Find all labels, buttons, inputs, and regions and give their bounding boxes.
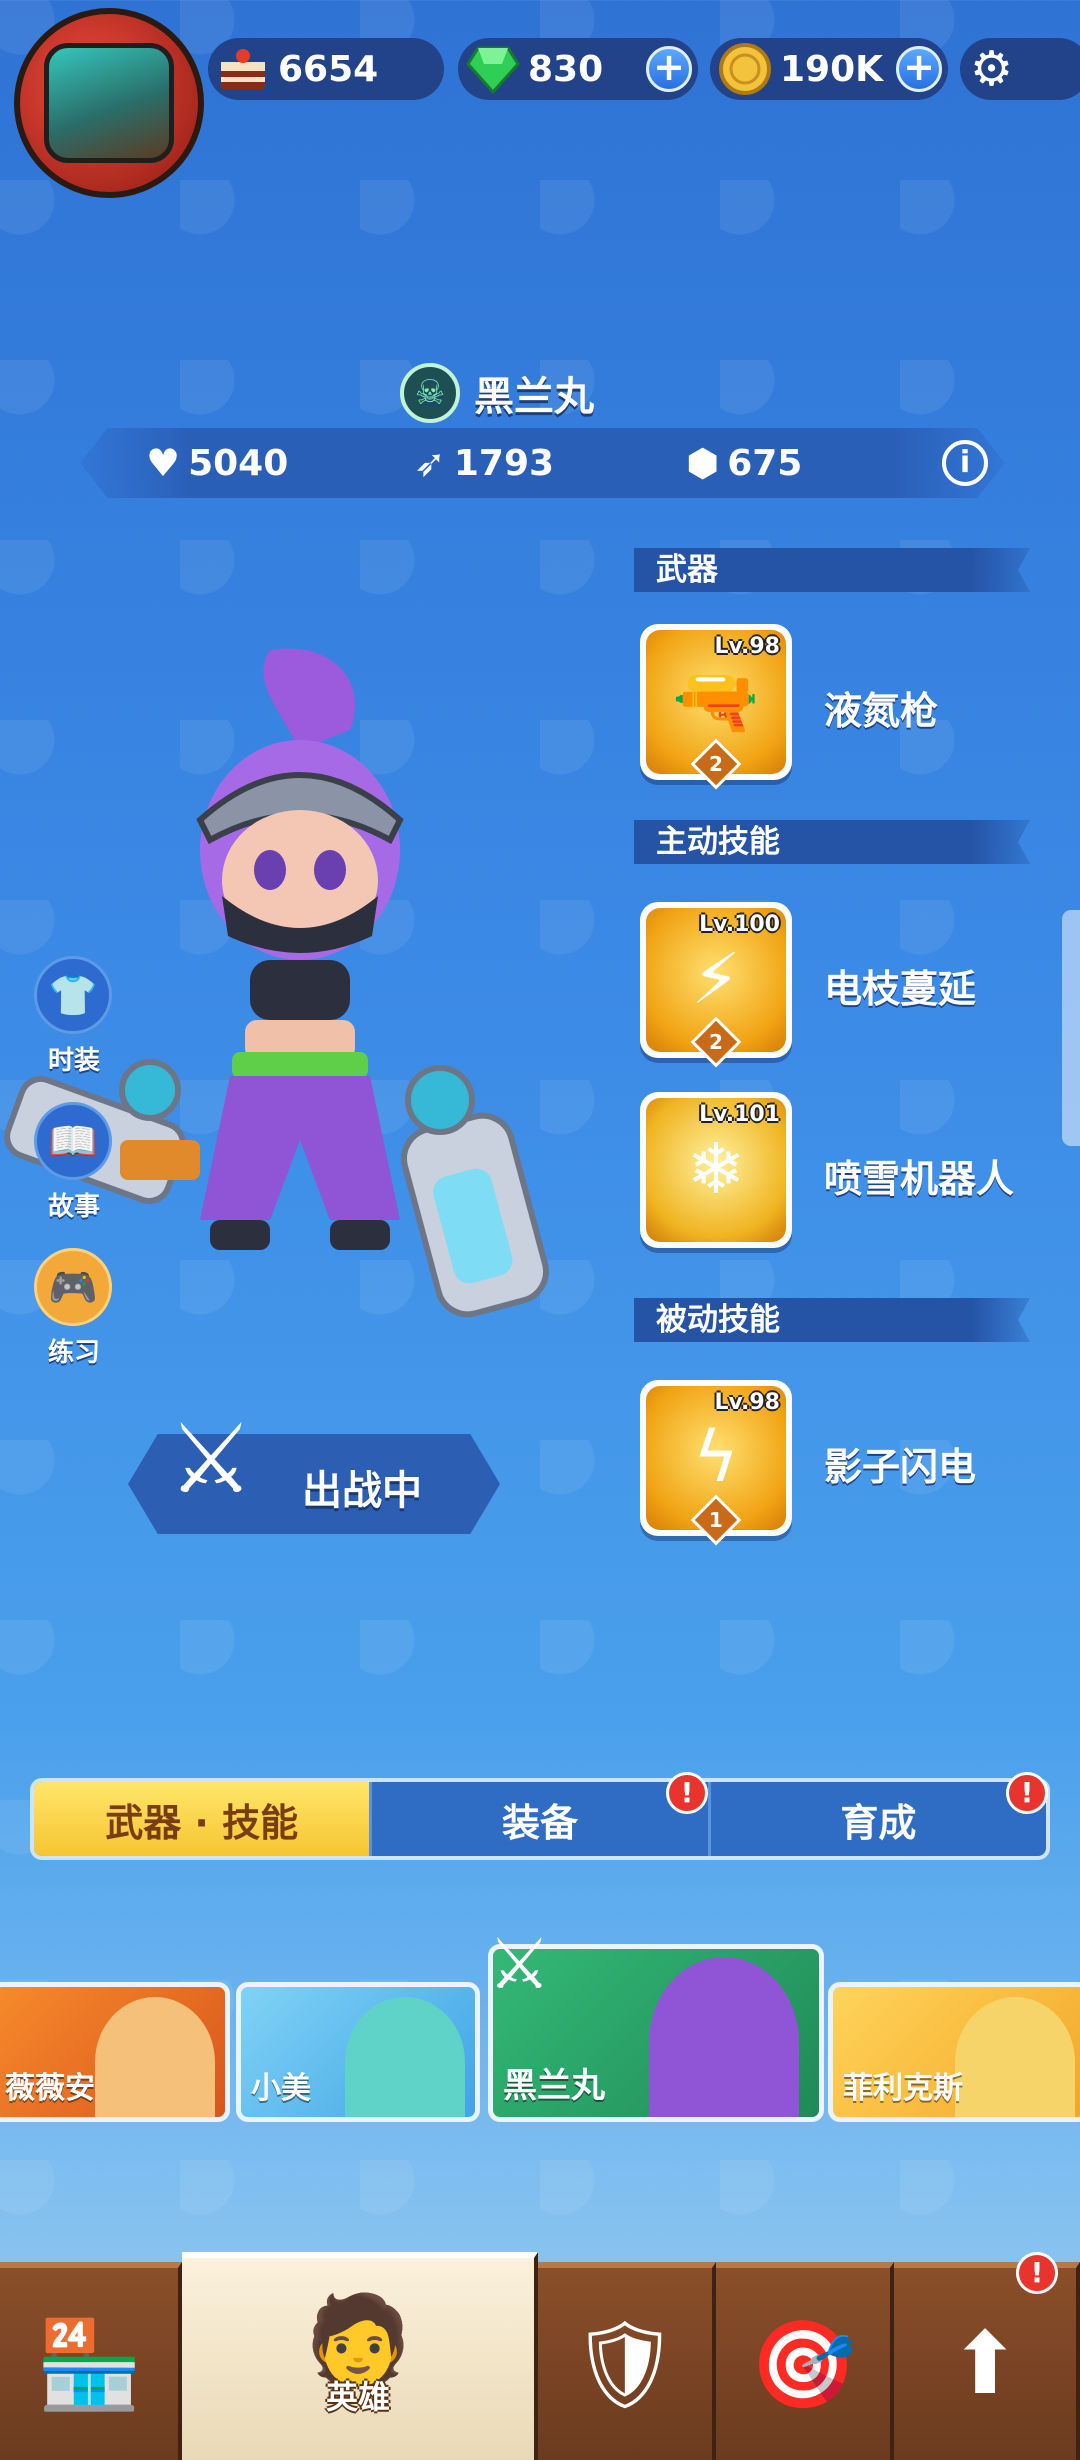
active-skill-1-level: Lv.100: [699, 912, 780, 937]
passive-skill-card[interactable]: ϟ Lv.98 1: [640, 1380, 792, 1546]
costume-button[interactable]: 👕 时装: [34, 956, 114, 1077]
defense-value: 675: [727, 442, 803, 484]
bottom-nav: 🏪 🧑 英雄 🛡 🎯 ⬆: [0, 2252, 1080, 2460]
costume-label: 时装: [47, 1046, 100, 1076]
hp-stat: ♥ 5040: [146, 428, 288, 498]
felix-portrait: [955, 1997, 1075, 2117]
defense-stat: ⬢ 675: [686, 428, 802, 498]
attack-stat: ➶ 1793: [414, 428, 554, 498]
passive-skill-stars: 1: [709, 1508, 723, 1532]
hero-card-name: 小美: [251, 2071, 311, 2106]
snow-robot-icon: ❄ Lv.101: [646, 1098, 786, 1242]
settings-button[interactable]: ⚙: [960, 38, 1080, 100]
equipment-alert-icon: !: [666, 1772, 708, 1814]
active-skill-1-card[interactable]: ⚡ Lv.100 2: [640, 902, 792, 1068]
gem-currency[interactable]: 830 +: [458, 38, 698, 100]
heilanwan-portrait: [649, 1957, 799, 2117]
heart-icon: ♥: [146, 441, 181, 485]
hp-value: 5040: [188, 442, 289, 484]
weapon-name: 液氮枪: [824, 689, 939, 733]
weapon-stars: 2: [709, 752, 723, 776]
attack-icon: ➶: [414, 441, 446, 485]
hero-card-name: 薇薇安: [5, 2071, 95, 2106]
crossed-swords-icon: ⚔: [168, 1403, 255, 1515]
hero-name: 黑兰丸: [474, 374, 594, 420]
training-alert-icon: !: [1006, 1772, 1048, 1814]
scroll-indicator[interactable]: [1062, 910, 1080, 1146]
nav-heroes-label: 英雄: [325, 2378, 390, 2416]
coin-icon: [716, 40, 774, 98]
gear-icon: ⚙: [970, 41, 1014, 97]
hero-card-vivian[interactable]: 薇薇安: [0, 1982, 230, 2122]
weapon-card[interactable]: 🔫 Lv.98 2: [640, 624, 792, 790]
hero-card-xiaomei[interactable]: 小美: [236, 1982, 480, 2122]
story-label: 故事: [47, 1192, 100, 1222]
nav-shop[interactable]: 🏪: [0, 2262, 182, 2460]
practice-label: 练习: [47, 1338, 100, 1368]
weapon-level: Lv.98: [714, 634, 780, 659]
active-skill-2-card[interactable]: ❄ Lv.101: [640, 1092, 792, 1248]
upgrade-alert-icon: !: [1016, 2252, 1058, 2294]
add-coins-button[interactable]: +: [896, 46, 942, 92]
detail-tabs: 武器 · 技能 装备 育成: [30, 1778, 1050, 1860]
vivian-portrait: [95, 1997, 215, 2117]
coin-amount: 190K: [780, 48, 884, 90]
practice-button[interactable]: 🎮 练习: [34, 1248, 114, 1369]
shield-icon: ⬢: [686, 441, 720, 485]
player-avatar[interactable]: [14, 8, 204, 198]
passive-skill-section-header: 被动技能: [634, 1298, 1030, 1342]
passive-skill-name: 影子闪电: [824, 1445, 977, 1489]
shop-icon: 🏪: [35, 2314, 143, 2415]
coin-currency[interactable]: 190K +: [710, 38, 948, 100]
target-icon: 🎯: [749, 2314, 857, 2415]
add-gems-button[interactable]: +: [646, 46, 692, 92]
nav-battle[interactable]: 🛡: [538, 2262, 716, 2460]
active-skill-section-header: 主动技能: [634, 820, 1030, 864]
xiaomei-portrait: [345, 1997, 465, 2117]
active-skill-2-level: Lv.101: [699, 1102, 780, 1127]
tab-equipment[interactable]: 装备: [369, 1782, 707, 1856]
hero-name-header: ☠ 黑兰丸: [400, 358, 594, 428]
upgrade-arrow-icon: ⬆: [948, 2314, 1022, 2414]
tab-training[interactable]: 育成: [707, 1782, 1046, 1856]
active-skill-2-name: 喷雪机器人: [824, 1157, 1015, 1201]
deploy-status-label: 出战中: [302, 1468, 422, 1514]
tab-weapon-skills[interactable]: 武器 · 技能: [34, 1782, 370, 1856]
shirt-icon: 👕: [34, 956, 112, 1034]
crossed-swords-icon: ⚔: [488, 1923, 551, 2005]
avatar-image: [44, 43, 174, 163]
book-icon: 📖: [34, 1102, 112, 1180]
info-icon[interactable]: i: [942, 440, 988, 486]
hero-card-name: 菲利克斯: [843, 2071, 963, 2106]
active-skill-1-name: 电枝蔓延: [824, 967, 977, 1011]
hero-card-felix[interactable]: 菲利克斯: [828, 1982, 1080, 2122]
nav-upgrade[interactable]: ⬆: [894, 2262, 1080, 2460]
gem-amount: 830: [528, 48, 604, 90]
hero-card-name: 黑兰丸: [503, 2066, 605, 2106]
attack-value: 1793: [453, 442, 555, 484]
story-button[interactable]: 📖 故事: [34, 1102, 114, 1223]
skull-class-icon: ☠: [400, 363, 460, 423]
gamepad-icon: 🎮: [34, 1248, 112, 1326]
active-skill-1-stars: 2: [709, 1030, 723, 1054]
passive-skill-level: Lv.98: [714, 1390, 780, 1415]
cake-amount: 6654: [278, 48, 379, 90]
nav-heroes[interactable]: 🧑 英雄: [182, 2252, 538, 2460]
battle-shield-icon: 🛡: [570, 2314, 680, 2415]
weapon-section-header: 武器: [634, 548, 1030, 592]
gem-icon: [464, 40, 522, 98]
nav-target[interactable]: 🎯: [716, 2262, 894, 2460]
cake-icon: [214, 40, 272, 98]
cake-currency[interactable]: 6654: [208, 38, 444, 100]
